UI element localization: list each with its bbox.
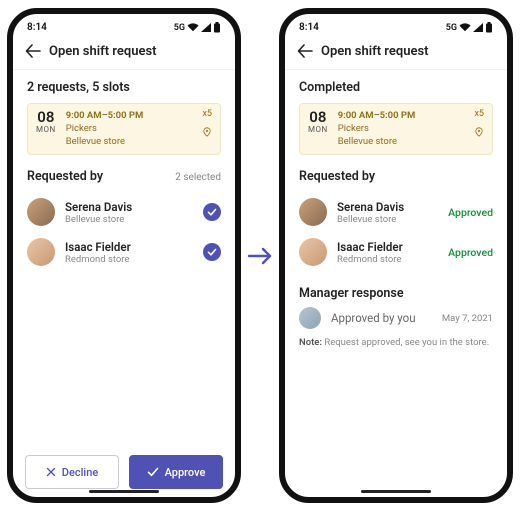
header-title: Open shift request xyxy=(49,44,157,59)
requested-by-row: Requested by 2 selected xyxy=(27,169,221,184)
person-name: Serena Davis xyxy=(337,200,438,214)
note-prefix: Note: xyxy=(299,337,322,348)
status-time: 8:14 xyxy=(299,22,319,33)
shift-date: 08 MON xyxy=(36,110,56,148)
battery-icon xyxy=(213,22,221,33)
requested-by-label: Requested by xyxy=(299,169,375,184)
list-item[interactable]: Isaac Fielder Redmond store xyxy=(27,232,221,272)
phone-right: 8:14 5G Open shift request Completed 08 … xyxy=(279,8,513,503)
selected-check-icon[interactable] xyxy=(203,203,221,221)
shift-time: 9:00 AM–5:00 PM xyxy=(338,110,416,123)
shift-time: 9:00 AM–5:00 PM xyxy=(66,110,144,123)
selected-count: 2 selected xyxy=(175,172,221,183)
status-net: 5G xyxy=(446,23,457,33)
shift-day: 08 xyxy=(308,110,328,125)
arrow-right-icon xyxy=(247,246,273,266)
shift-role: Pickers xyxy=(66,123,144,136)
home-indicator xyxy=(89,490,159,493)
decline-label: Decline xyxy=(62,466,98,479)
statusbar: 8:14 5G xyxy=(13,14,235,35)
person-store: Redmond store xyxy=(337,254,438,265)
person-info: Isaac Fielder Redmond store xyxy=(65,240,193,265)
wifi-icon xyxy=(459,23,471,32)
phone-left: 8:14 5G Open shift request 2 requests, 5… xyxy=(7,8,241,503)
summary-left: 2 requests, 5 slots xyxy=(27,80,221,95)
content-right: Completed 08 MON 9:00 AM–5:00 PM Pickers… xyxy=(285,70,507,497)
status-time: 8:14 xyxy=(27,22,47,33)
location-pin-icon xyxy=(474,122,484,141)
shift-info: 9:00 AM–5:00 PM Pickers Bellevue store xyxy=(338,110,416,148)
approve-button[interactable]: Approve xyxy=(129,455,223,489)
manager-response-text: Approved by you xyxy=(331,311,432,325)
list-item[interactable]: Serena Davis Bellevue store Approved xyxy=(299,192,493,232)
shift-dow: MON xyxy=(308,125,328,134)
status-indicators: 5G xyxy=(446,22,493,33)
manager-note: Note: Request approved, see you in the s… xyxy=(299,337,493,348)
avatar xyxy=(299,198,327,226)
header-title: Open shift request xyxy=(321,44,429,59)
header: Open shift request xyxy=(13,35,235,70)
manager-response-title: Manager response xyxy=(299,286,493,301)
person-name: Serena Davis xyxy=(65,200,193,214)
avatar xyxy=(27,238,55,266)
manager-response-row: Approved by you May 7, 2021 xyxy=(299,307,493,329)
selected-check-icon[interactable] xyxy=(203,243,221,261)
person-name: Isaac Fielder xyxy=(65,240,193,254)
shift-day: 08 xyxy=(36,110,56,125)
requested-by-label: Requested by xyxy=(27,169,103,184)
shift-date: 08 MON xyxy=(308,110,328,148)
location-pin-icon xyxy=(202,122,212,141)
status-badge: Approved xyxy=(448,246,493,259)
status-net: 5G xyxy=(174,23,185,33)
battery-icon xyxy=(485,22,493,33)
avatar xyxy=(27,198,55,226)
decline-button[interactable]: Decline xyxy=(25,455,119,489)
shift-location: Bellevue store xyxy=(66,136,144,149)
shift-role: Pickers xyxy=(338,123,416,136)
status-badge: Approved xyxy=(448,206,493,219)
content-left: 2 requests, 5 slots 08 MON 9:00 AM–5:00 … xyxy=(13,70,235,445)
wifi-icon xyxy=(187,23,199,32)
back-icon[interactable] xyxy=(297,43,313,59)
person-store: Redmond store xyxy=(65,254,193,265)
header: Open shift request xyxy=(285,35,507,70)
shift-card[interactable]: 08 MON 9:00 AM–5:00 PM Pickers Bellevue … xyxy=(27,103,221,155)
avatar xyxy=(299,238,327,266)
approve-label: Approve xyxy=(165,466,206,479)
avatar xyxy=(299,307,321,329)
back-icon[interactable] xyxy=(25,43,41,59)
manager-response-date: May 7, 2021 xyxy=(442,313,493,324)
check-icon xyxy=(147,467,159,477)
list-item[interactable]: Isaac Fielder Redmond store Approved xyxy=(299,232,493,272)
home-indicator xyxy=(361,490,431,493)
shift-location: Bellevue store xyxy=(338,136,416,149)
person-store: Bellevue store xyxy=(337,214,438,225)
shift-slots: x5 xyxy=(474,109,484,119)
requested-by-row: Requested by xyxy=(299,169,493,184)
person-store: Bellevue store xyxy=(65,214,193,225)
signal-icon xyxy=(201,23,211,32)
person-name: Isaac Fielder xyxy=(337,240,438,254)
shift-info: 9:00 AM–5:00 PM Pickers Bellevue store xyxy=(66,110,144,148)
list-item[interactable]: Serena Davis Bellevue store xyxy=(27,192,221,232)
close-icon xyxy=(46,467,56,477)
shift-dow: MON xyxy=(36,125,56,134)
shift-card[interactable]: 08 MON 9:00 AM–5:00 PM Pickers Bellevue … xyxy=(299,103,493,155)
person-info: Serena Davis Bellevue store xyxy=(65,200,193,225)
summary-right: Completed xyxy=(299,80,493,95)
note-text: Request approved, see you in the store. xyxy=(324,337,489,348)
signal-icon xyxy=(473,23,483,32)
shift-slots: x5 xyxy=(202,109,212,119)
person-info: Serena Davis Bellevue store xyxy=(337,200,438,225)
status-indicators: 5G xyxy=(174,22,221,33)
statusbar: 8:14 5G xyxy=(285,14,507,35)
person-info: Isaac Fielder Redmond store xyxy=(337,240,438,265)
